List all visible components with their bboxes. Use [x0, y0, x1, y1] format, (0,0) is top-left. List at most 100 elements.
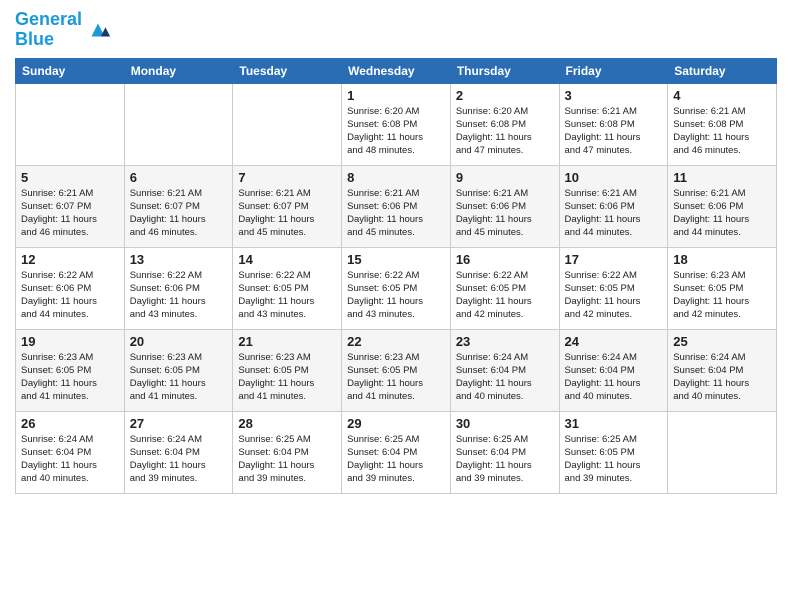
day-number: 18	[673, 252, 771, 267]
day-info: Sunrise: 6:22 AM Sunset: 6:05 PM Dayligh…	[347, 269, 445, 322]
weekday-header-row: SundayMondayTuesdayWednesdayThursdayFrid…	[16, 58, 777, 83]
calendar-cell: 1 Sunrise: 6:20 AM Sunset: 6:08 PM Daylig…	[342, 83, 451, 165]
logo-text: General Blue	[15, 10, 82, 50]
day-info: Sunrise: 6:22 AM Sunset: 6:06 PM Dayligh…	[21, 269, 119, 322]
day-number: 26	[21, 416, 119, 431]
calendar-cell: 9 Sunrise: 6:21 AM Sunset: 6:06 PM Daylig…	[450, 165, 559, 247]
calendar-cell: 20 Sunrise: 6:23 AM Sunset: 6:05 PM Dayli…	[124, 329, 233, 411]
day-info: Sunrise: 6:21 AM Sunset: 6:07 PM Dayligh…	[238, 187, 336, 240]
day-info: Sunrise: 6:21 AM Sunset: 6:07 PM Dayligh…	[130, 187, 228, 240]
weekday-header-saturday: Saturday	[668, 58, 777, 83]
day-number: 16	[456, 252, 554, 267]
calendar-cell: 15 Sunrise: 6:22 AM Sunset: 6:05 PM Dayli…	[342, 247, 451, 329]
day-number: 1	[347, 88, 445, 103]
calendar-cell: 30Sunrise: 6:25 AM Sunset: 6:04 PM Dayli…	[450, 411, 559, 493]
day-number: 21	[238, 334, 336, 349]
calendar-week-row: 26 Sunrise: 6:24 AM Sunset: 6:04 PM Dayli…	[16, 411, 777, 493]
day-number: 10	[565, 170, 663, 185]
day-info: Sunrise: 6:20 AM Sunset: 6:08 PM Dayligh…	[347, 105, 445, 158]
day-number: 22	[347, 334, 445, 349]
logo-general: General	[15, 9, 82, 29]
calendar-table: SundayMondayTuesdayWednesdayThursdayFrid…	[15, 58, 777, 494]
calendar-cell: 19Sunrise: 6:23 AM Sunset: 6:05 PM Dayli…	[16, 329, 125, 411]
day-info: Sunrise: 6:21 AM Sunset: 6:06 PM Dayligh…	[347, 187, 445, 240]
day-info: Sunrise: 6:23 AM Sunset: 6:05 PM Dayligh…	[347, 351, 445, 404]
day-number: 13	[130, 252, 228, 267]
page: General Blue SundayMondayTuesdayWednesda…	[0, 0, 792, 612]
day-number: 24	[565, 334, 663, 349]
day-info: Sunrise: 6:25 AM Sunset: 6:04 PM Dayligh…	[238, 433, 336, 486]
day-info: Sunrise: 6:20 AM Sunset: 6:08 PM Dayligh…	[456, 105, 554, 158]
day-info: Sunrise: 6:24 AM Sunset: 6:04 PM Dayligh…	[130, 433, 228, 486]
day-info: Sunrise: 6:22 AM Sunset: 6:05 PM Dayligh…	[456, 269, 554, 322]
header: General Blue	[15, 10, 777, 50]
day-info: Sunrise: 6:22 AM Sunset: 6:06 PM Dayligh…	[130, 269, 228, 322]
day-number: 19	[21, 334, 119, 349]
day-number: 2	[456, 88, 554, 103]
day-info: Sunrise: 6:25 AM Sunset: 6:05 PM Dayligh…	[565, 433, 663, 486]
weekday-header-tuesday: Tuesday	[233, 58, 342, 83]
day-number: 3	[565, 88, 663, 103]
day-number: 14	[238, 252, 336, 267]
day-info: Sunrise: 6:21 AM Sunset: 6:06 PM Dayligh…	[673, 187, 771, 240]
day-info: Sunrise: 6:24 AM Sunset: 6:04 PM Dayligh…	[21, 433, 119, 486]
day-number: 30	[456, 416, 554, 431]
logo-blue: Blue	[15, 29, 54, 49]
day-info: Sunrise: 6:24 AM Sunset: 6:04 PM Dayligh…	[673, 351, 771, 404]
calendar-cell: 27Sunrise: 6:24 AM Sunset: 6:04 PM Dayli…	[124, 411, 233, 493]
day-number: 23	[456, 334, 554, 349]
day-info: Sunrise: 6:23 AM Sunset: 6:05 PM Dayligh…	[673, 269, 771, 322]
day-info: Sunrise: 6:24 AM Sunset: 6:04 PM Dayligh…	[565, 351, 663, 404]
calendar-cell: 21 Sunrise: 6:23 AM Sunset: 6:05 PM Dayli…	[233, 329, 342, 411]
day-number: 20	[130, 334, 228, 349]
calendar-cell: 13 Sunrise: 6:22 AM Sunset: 6:06 PM Dayli…	[124, 247, 233, 329]
day-number: 9	[456, 170, 554, 185]
logo: General Blue	[15, 10, 112, 50]
day-info: Sunrise: 6:23 AM Sunset: 6:05 PM Dayligh…	[130, 351, 228, 404]
weekday-header-wednesday: Wednesday	[342, 58, 451, 83]
day-number: 28	[238, 416, 336, 431]
calendar-week-row: 19 Sunrise: 6:23 AM Sunset: 6:05 PM Dayli…	[16, 329, 777, 411]
calendar-cell: 7 Sunrise: 6:21 AM Sunset: 6:07 PM Daylig…	[233, 165, 342, 247]
calendar-cell: 26 Sunrise: 6:24 AM Sunset: 6:04 PM Dayli…	[16, 411, 125, 493]
weekday-header-sunday: Sunday	[16, 58, 125, 83]
calendar-cell: 29 Sunrise: 6:25 AM Sunset: 6:04 PM Dayli…	[342, 411, 451, 493]
day-number: 7	[238, 170, 336, 185]
day-info: Sunrise: 6:22 AM Sunset: 6:05 PM Dayligh…	[238, 269, 336, 322]
calendar-cell: 25Sunrise: 6:24 AM Sunset: 6:04 PM Dayli…	[668, 329, 777, 411]
calendar-cell: 6Sunrise: 6:21 AM Sunset: 6:07 PM Daylig…	[124, 165, 233, 247]
calendar-cell	[668, 411, 777, 493]
day-info: Sunrise: 6:21 AM Sunset: 6:08 PM Dayligh…	[565, 105, 663, 158]
day-number: 12	[21, 252, 119, 267]
calendar-cell: 3 Sunrise: 6:21 AM Sunset: 6:08 PM Daylig…	[559, 83, 668, 165]
day-number: 31	[565, 416, 663, 431]
day-info: Sunrise: 6:24 AM Sunset: 6:04 PM Dayligh…	[456, 351, 554, 404]
logo-icon	[84, 16, 112, 44]
weekday-header-thursday: Thursday	[450, 58, 559, 83]
calendar-cell: 2 Sunrise: 6:20 AM Sunset: 6:08 PM Daylig…	[450, 83, 559, 165]
calendar-cell: 24 Sunrise: 6:24 AM Sunset: 6:04 PM Dayli…	[559, 329, 668, 411]
calendar-cell	[124, 83, 233, 165]
calendar-cell	[233, 83, 342, 165]
weekday-header-monday: Monday	[124, 58, 233, 83]
day-number: 5	[21, 170, 119, 185]
calendar-cell: 23 Sunrise: 6:24 AM Sunset: 6:04 PM Dayli…	[450, 329, 559, 411]
day-info: Sunrise: 6:21 AM Sunset: 6:08 PM Dayligh…	[673, 105, 771, 158]
weekday-header-friday: Friday	[559, 58, 668, 83]
calendar-cell: 11Sunrise: 6:21 AM Sunset: 6:06 PM Dayli…	[668, 165, 777, 247]
day-info: Sunrise: 6:23 AM Sunset: 6:05 PM Dayligh…	[238, 351, 336, 404]
day-number: 15	[347, 252, 445, 267]
day-info: Sunrise: 6:21 AM Sunset: 6:06 PM Dayligh…	[456, 187, 554, 240]
calendar-cell: 22 Sunrise: 6:23 AM Sunset: 6:05 PM Dayli…	[342, 329, 451, 411]
calendar-cell: 31 Sunrise: 6:25 AM Sunset: 6:05 PM Dayli…	[559, 411, 668, 493]
day-info: Sunrise: 6:22 AM Sunset: 6:05 PM Dayligh…	[565, 269, 663, 322]
calendar-week-row: 5 Sunrise: 6:21 AM Sunset: 6:07 PM Daylig…	[16, 165, 777, 247]
day-info: Sunrise: 6:25 AM Sunset: 6:04 PM Dayligh…	[347, 433, 445, 486]
day-number: 29	[347, 416, 445, 431]
calendar-cell: 16 Sunrise: 6:22 AM Sunset: 6:05 PM Dayli…	[450, 247, 559, 329]
day-info: Sunrise: 6:21 AM Sunset: 6:06 PM Dayligh…	[565, 187, 663, 240]
calendar-week-row: 12 Sunrise: 6:22 AM Sunset: 6:06 PM Dayli…	[16, 247, 777, 329]
calendar-cell: 12 Sunrise: 6:22 AM Sunset: 6:06 PM Dayli…	[16, 247, 125, 329]
day-number: 17	[565, 252, 663, 267]
calendar-cell: 18 Sunrise: 6:23 AM Sunset: 6:05 PM Dayli…	[668, 247, 777, 329]
